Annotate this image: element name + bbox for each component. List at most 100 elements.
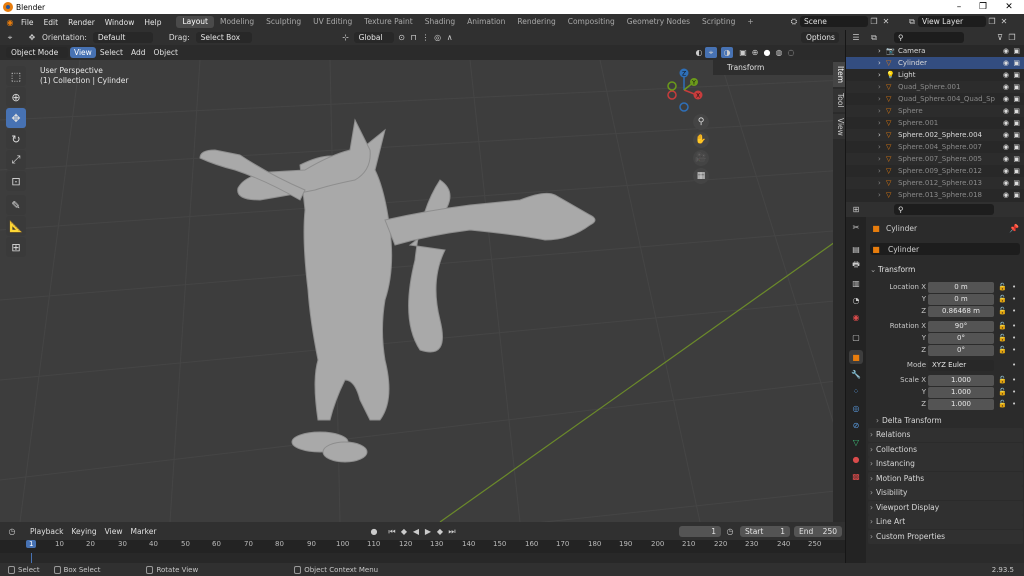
tab-scripting[interactable]: Scripting [696,16,741,28]
scene-browse-icon[interactable]: ❐ [868,16,880,27]
orientation-dropdown[interactable]: Default [92,32,153,43]
rendered-shading-icon[interactable]: ◌ [785,47,797,58]
3d-viewport[interactable]: ⬚ ⊕ ✥ ↻ ⤢ ⊡ ✎ 📐 ⊞ User Perspective (1) C… [0,60,845,522]
current-frame-field[interactable]: 1 [679,525,721,537]
expand-arrow-icon[interactable]: › [878,107,881,115]
render-camera-icon[interactable]: ▣ [1013,71,1020,79]
new-collection-icon[interactable]: ❐ [1006,32,1018,43]
menu-edit[interactable]: Edit [39,18,64,27]
mode-dropdown[interactable]: Object Mode [6,47,68,58]
eye-icon[interactable]: ◉ [1003,119,1009,127]
menu-add[interactable]: Add [127,47,150,58]
outliner-item[interactable]: › ▽ Quad_Sphere.001 ◉ ▣ [846,81,1024,93]
render-camera-icon[interactable]: ▣ [1013,191,1020,199]
render-camera-icon[interactable]: ▣ [1013,107,1020,115]
keyframe-dot-icon[interactable]: • [1012,376,1016,384]
properties-editor-icon[interactable]: ⊞ [850,204,862,215]
jump-end-icon[interactable]: ⏭ [446,526,458,537]
preview-range-icon[interactable]: ◷ [724,526,736,537]
render-camera-icon[interactable]: ▣ [1013,143,1020,151]
prev-keyframe-icon[interactable]: ◆ [398,526,410,537]
menu-file[interactable]: File [16,18,39,27]
modifier-properties-icon[interactable]: 🔧 [849,367,863,381]
maximize-button[interactable]: ❐ [970,0,996,14]
constraint-properties-icon[interactable]: ⊘ [849,418,863,432]
expand-arrow-icon[interactable]: › [878,71,881,79]
keyframe-dot-icon[interactable]: • [1012,400,1016,408]
outliner-editor-icon[interactable]: ☰ [850,32,862,43]
delta-transform-panel[interactable]: Delta Transform [874,414,1019,428]
eye-icon[interactable]: ◉ [1003,143,1009,151]
keyframe-dot-icon[interactable]: • [1012,283,1016,291]
pivot-point-icon[interactable]: ⊙ [396,32,408,43]
menu-view[interactable]: View [70,47,96,58]
lock-icon[interactable]: 🔓 [998,400,1007,408]
minimize-button[interactable]: – [946,0,972,14]
viewport-display-panel[interactable]: Viewport Display [868,501,1023,515]
scene-properties-icon[interactable]: ◔ [849,293,863,307]
solid-shading-icon[interactable]: ● [761,47,773,58]
lock-icon[interactable]: 🔓 [998,388,1007,396]
timeline-ruler[interactable]: 1 10 20 30 40 50 60 70 80 90 100 110 120… [0,540,845,553]
tab-uv-editing[interactable]: UV Editing [307,16,358,28]
rotate-tool-icon[interactable]: ↻ [6,129,26,149]
tab-view[interactable]: View [833,113,845,140]
tool-properties-icon[interactable]: ✂ [849,220,863,234]
outliner-item[interactable]: › 💡 Light ◉ ▣ [846,69,1024,81]
n-panel-header[interactable]: Transform [713,60,833,75]
expand-arrow-icon[interactable]: › [878,119,881,127]
tab-compositing[interactable]: Compositing [562,16,621,28]
keyframe-dot-icon[interactable]: • [1012,295,1016,303]
material-properties-icon[interactable]: ● [849,452,863,466]
render-camera-icon[interactable]: ▣ [1013,167,1020,175]
blender-menu-icon[interactable]: ◉ [4,17,16,28]
expand-arrow-icon[interactable]: › [878,59,881,67]
scene-field[interactable]: Scene [800,16,868,27]
tab-sculpting[interactable]: Sculpting [260,16,307,28]
tab-item[interactable]: Item [833,62,845,88]
next-keyframe-icon[interactable]: ◆ [434,526,446,537]
outliner-item[interactable]: › ▽ Sphere.009_Sphere.012 ◉ ▣ [846,165,1024,177]
outliner-item[interactable]: › ▽ Cylinder ◉ ▣ [846,57,1024,69]
menu-timeline-view[interactable]: View [101,526,127,537]
navigation-gizmo[interactable]: Z X Y [664,66,704,112]
material-shading-icon[interactable]: ◍ [773,47,785,58]
ortho-toggle-icon[interactable]: ▦ [693,168,709,184]
expand-arrow-icon[interactable]: › [878,95,881,103]
object-name-field[interactable]: ■ Cylinder [870,243,1020,255]
tab-rendering[interactable]: Rendering [511,16,561,28]
gizmo-toggle-icon[interactable]: ⌖ [705,47,717,58]
scale-z-field[interactable]: 1.000 [928,399,994,410]
relations-panel[interactable]: Relations [868,428,1023,442]
keyframe-dot-icon[interactable]: • [1012,334,1016,342]
eye-icon[interactable]: ◉ [1003,47,1009,55]
proportional-edit-icon[interactable]: ◎ [432,32,444,43]
tab-geometry-nodes[interactable]: Geometry Nodes [621,16,696,28]
outliner-item[interactable]: › ▽ Sphere.013_Sphere.018 ◉ ▣ [846,189,1024,201]
pin-icon[interactable]: 📌 [1008,223,1020,234]
outliner-item[interactable]: › ▽ Sphere.012_Sphere.013 ◉ ▣ [846,177,1024,189]
menu-object[interactable]: Object [149,47,181,58]
object-visibility-icon[interactable]: ◐ [693,47,705,58]
move-tool-button[interactable]: ✥ [6,108,26,128]
expand-arrow-icon[interactable]: › [878,167,881,175]
lock-icon[interactable]: 🔓 [998,334,1007,342]
view-layer-field[interactable]: View Layer [918,16,986,27]
eye-icon[interactable]: ◉ [1003,83,1009,91]
tab-tool[interactable]: Tool [833,89,845,112]
outliner-search-input[interactable]: ⚲ [894,32,964,43]
xray-icon[interactable]: ▣ [737,47,749,58]
menu-playback[interactable]: Playback [26,526,67,537]
pan-hand-icon[interactable]: ✋ [693,132,709,148]
close-window-button[interactable]: ✕ [996,0,1022,14]
view-layer-remove-icon[interactable]: ✕ [998,16,1010,27]
outliner-item[interactable]: › ▽ Sphere.001 ◉ ▣ [846,117,1024,129]
fox-model[interactable] [199,118,596,463]
expand-arrow-icon[interactable]: › [878,131,881,139]
add-cube-tool-icon[interactable]: ⊞ [6,237,26,257]
keyframe-dot-icon[interactable]: • [1012,361,1016,369]
world-properties-icon[interactable]: ◉ [849,310,863,324]
expand-arrow-icon[interactable]: › [878,47,881,55]
outliner-item[interactable]: › ▽ Sphere ◉ ▣ [846,105,1024,117]
falloff-icon[interactable]: ∧ [444,32,456,43]
